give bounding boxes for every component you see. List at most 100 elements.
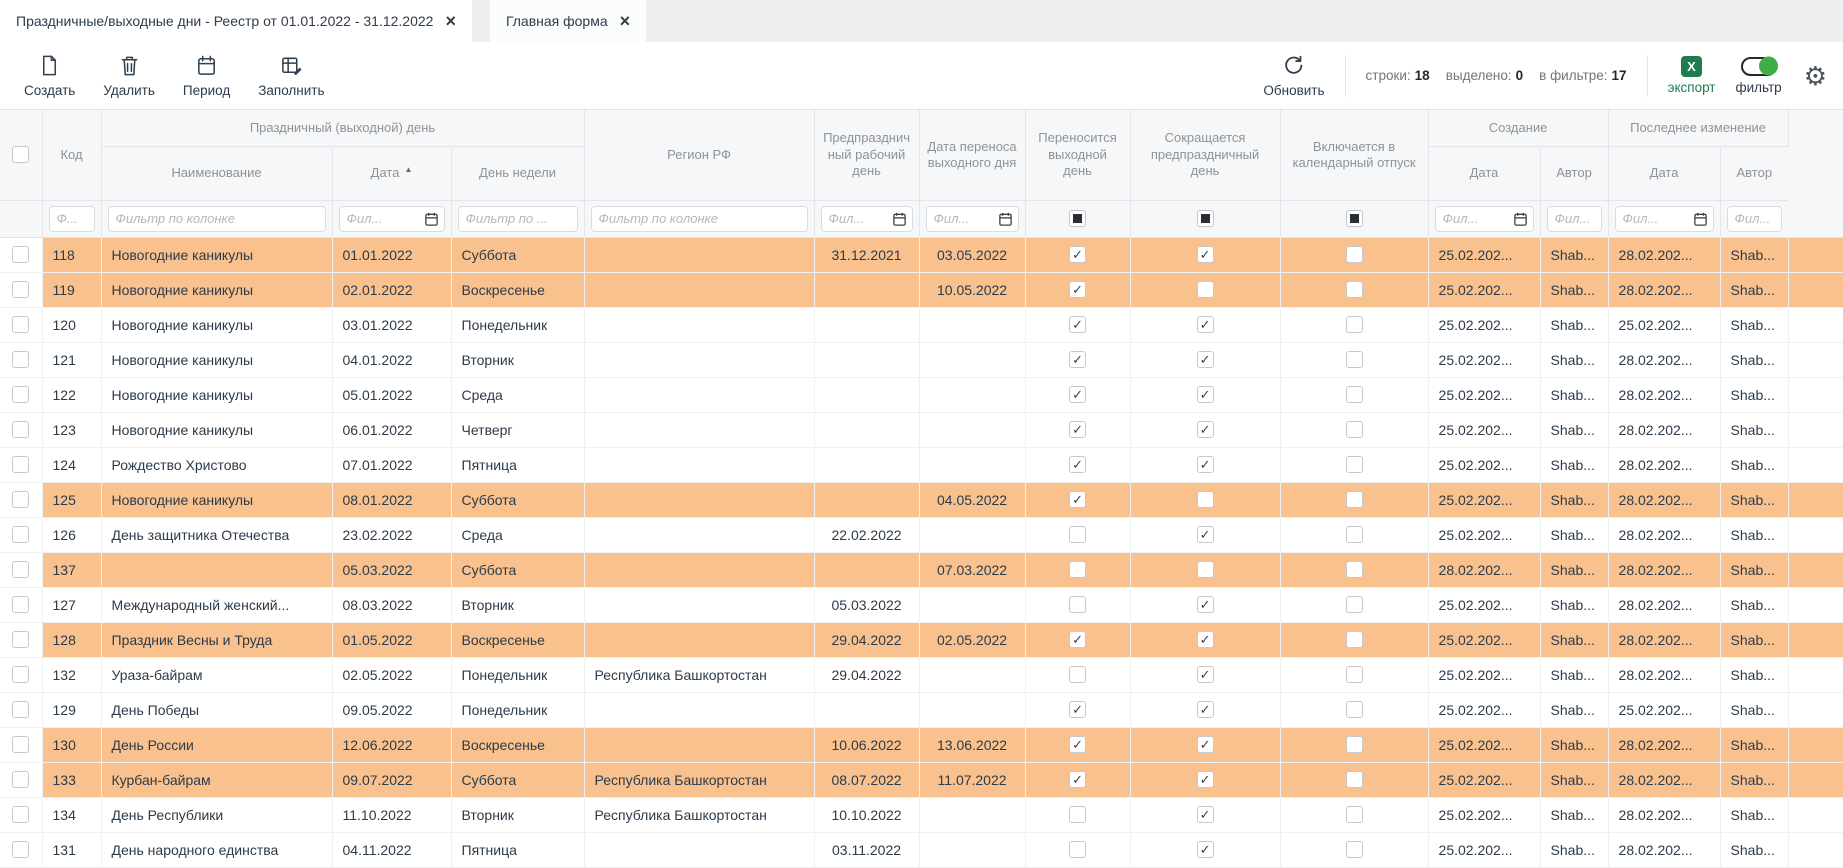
close-icon[interactable]: ×	[620, 12, 631, 30]
table-row[interactable]: 123 Новогодние каникулы 06.01.2022 Четве…	[0, 412, 1843, 447]
delete-button[interactable]: Удалить	[103, 54, 155, 98]
filter-created-author-input[interactable]	[1547, 206, 1602, 232]
is-transferred-checkbox[interactable]	[1069, 736, 1086, 753]
is-shortened-checkbox[interactable]	[1197, 736, 1214, 753]
row-checkbox[interactable]	[12, 456, 29, 473]
settings-gear-icon[interactable]: ⚙	[1804, 63, 1827, 89]
table-row[interactable]: 125 Новогодние каникулы 08.01.2022 Суббо…	[0, 482, 1843, 517]
is-shortened-checkbox[interactable]	[1197, 631, 1214, 648]
filter-is-shortened-checkbox[interactable]	[1197, 210, 1214, 227]
col-header-code[interactable]: Код	[42, 110, 101, 200]
in-vacation-checkbox[interactable]	[1346, 526, 1363, 543]
in-vacation-checkbox[interactable]	[1346, 841, 1363, 858]
is-shortened-checkbox[interactable]	[1197, 526, 1214, 543]
filter-toggle-button[interactable]: фильтр	[1735, 57, 1781, 95]
is-shortened-checkbox[interactable]	[1197, 351, 1214, 368]
is-shortened-checkbox[interactable]	[1197, 596, 1214, 613]
table-row[interactable]: 137 05.03.2022 Суббота 07.03.2022 28.02.…	[0, 552, 1843, 587]
is-shortened-checkbox[interactable]	[1197, 491, 1214, 508]
is-transferred-checkbox[interactable]	[1069, 701, 1086, 718]
table-row[interactable]: 127 Международный женский... 08.03.2022 …	[0, 587, 1843, 622]
in-vacation-checkbox[interactable]	[1346, 596, 1363, 613]
table-row[interactable]: 130 День России 12.06.2022 Воскресенье 1…	[0, 727, 1843, 762]
row-checkbox[interactable]	[12, 526, 29, 543]
period-button[interactable]: Период	[183, 54, 230, 98]
tab-main-form[interactable]: Главная форма ×	[490, 0, 646, 42]
calendar-icon[interactable]	[998, 211, 1013, 226]
is-shortened-checkbox[interactable]	[1197, 561, 1214, 578]
filter-in-vacation-checkbox[interactable]	[1346, 210, 1363, 227]
is-shortened-checkbox[interactable]	[1197, 386, 1214, 403]
row-checkbox[interactable]	[12, 561, 29, 578]
is-shortened-checkbox[interactable]	[1197, 666, 1214, 683]
table-row[interactable]: 128 Праздник Весны и Труда 01.05.2022 Во…	[0, 622, 1843, 657]
is-transferred-checkbox[interactable]	[1069, 771, 1086, 788]
is-transferred-checkbox[interactable]	[1069, 386, 1086, 403]
in-vacation-checkbox[interactable]	[1346, 421, 1363, 438]
col-header-preholiday[interactable]: Предпраздничный рабочий день	[814, 110, 919, 200]
col-header-modified-date[interactable]: Дата	[1608, 146, 1720, 200]
is-shortened-checkbox[interactable]	[1197, 841, 1214, 858]
is-transferred-checkbox[interactable]	[1069, 316, 1086, 333]
col-header-is-transferred[interactable]: Переносится выходной день	[1025, 110, 1130, 200]
select-all-checkbox[interactable]	[12, 146, 29, 163]
row-checkbox[interactable]	[12, 701, 29, 718]
row-checkbox[interactable]	[12, 841, 29, 858]
filter-toggle-switch[interactable]	[1741, 57, 1777, 76]
in-vacation-checkbox[interactable]	[1346, 701, 1363, 718]
col-header-created-date[interactable]: Дата	[1428, 146, 1540, 200]
table-row[interactable]: 118 Новогодние каникулы 01.01.2022 Суббо…	[0, 237, 1843, 272]
table-row[interactable]: 122 Новогодние каникулы 05.01.2022 Среда…	[0, 377, 1843, 412]
col-header-weekday[interactable]: День недели	[451, 146, 584, 200]
is-transferred-checkbox[interactable]	[1069, 281, 1086, 298]
fill-button[interactable]: Заполнить	[258, 54, 324, 98]
col-header-date[interactable]: Дата▲	[332, 146, 451, 200]
in-vacation-checkbox[interactable]	[1346, 666, 1363, 683]
filter-region-input[interactable]	[591, 206, 808, 232]
filter-weekday-input[interactable]	[458, 206, 578, 232]
is-transferred-checkbox[interactable]	[1069, 806, 1086, 823]
is-transferred-checkbox[interactable]	[1069, 596, 1086, 613]
row-checkbox[interactable]	[12, 421, 29, 438]
in-vacation-checkbox[interactable]	[1346, 561, 1363, 578]
table-row[interactable]: 124 Рождество Христово 07.01.2022 Пятниц…	[0, 447, 1843, 482]
row-checkbox[interactable]	[12, 806, 29, 823]
is-shortened-checkbox[interactable]	[1197, 701, 1214, 718]
row-checkbox[interactable]	[12, 316, 29, 333]
calendar-icon[interactable]	[424, 211, 439, 226]
col-header-created-author[interactable]: Автор	[1540, 146, 1608, 200]
calendar-icon[interactable]	[892, 211, 907, 226]
is-shortened-checkbox[interactable]	[1197, 281, 1214, 298]
row-checkbox[interactable]	[12, 386, 29, 403]
refresh-button[interactable]: Обновить	[1263, 54, 1324, 98]
table-row[interactable]: 121 Новогодние каникулы 04.01.2022 Вторн…	[0, 342, 1843, 377]
in-vacation-checkbox[interactable]	[1346, 736, 1363, 753]
is-shortened-checkbox[interactable]	[1197, 246, 1214, 263]
in-vacation-checkbox[interactable]	[1346, 456, 1363, 473]
is-shortened-checkbox[interactable]	[1197, 421, 1214, 438]
row-checkbox[interactable]	[12, 631, 29, 648]
table-row[interactable]: 134 День Республики 11.10.2022 Вторник Р…	[0, 797, 1843, 832]
row-checkbox[interactable]	[12, 246, 29, 263]
is-transferred-checkbox[interactable]	[1069, 351, 1086, 368]
is-transferred-checkbox[interactable]	[1069, 841, 1086, 858]
in-vacation-checkbox[interactable]	[1346, 771, 1363, 788]
create-button[interactable]: Создать	[24, 54, 75, 98]
row-checkbox[interactable]	[12, 351, 29, 368]
in-vacation-checkbox[interactable]	[1346, 491, 1363, 508]
is-transferred-checkbox[interactable]	[1069, 456, 1086, 473]
is-shortened-checkbox[interactable]	[1197, 316, 1214, 333]
col-header-in-vacation[interactable]: Включается в календарный отпуск	[1280, 110, 1428, 200]
in-vacation-checkbox[interactable]	[1346, 806, 1363, 823]
table-row[interactable]: 131 День народного единства 04.11.2022 П…	[0, 832, 1843, 867]
filter-is-transferred-checkbox[interactable]	[1069, 210, 1086, 227]
is-transferred-checkbox[interactable]	[1069, 631, 1086, 648]
is-shortened-checkbox[interactable]	[1197, 806, 1214, 823]
is-shortened-checkbox[interactable]	[1197, 771, 1214, 788]
is-transferred-checkbox[interactable]	[1069, 561, 1086, 578]
is-transferred-checkbox[interactable]	[1069, 421, 1086, 438]
in-vacation-checkbox[interactable]	[1346, 351, 1363, 368]
col-header-transfer-date[interactable]: Дата переноса выходного дня	[919, 110, 1025, 200]
col-header-modified-author[interactable]: Автор	[1720, 146, 1788, 200]
calendar-icon[interactable]	[1693, 211, 1708, 226]
